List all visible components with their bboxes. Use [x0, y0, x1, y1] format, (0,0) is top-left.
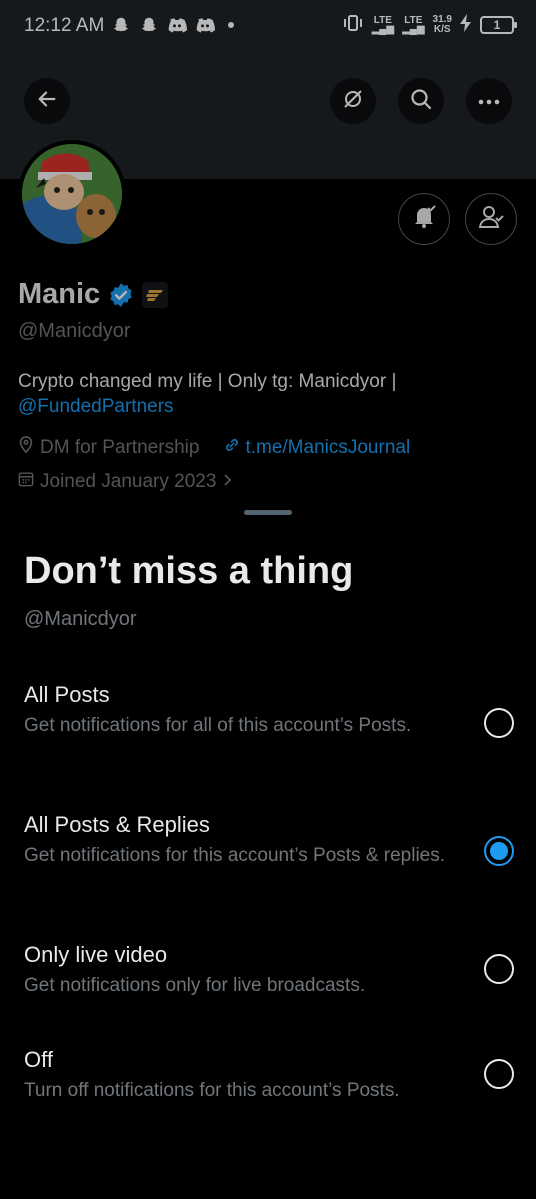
status-time: 12:12 AM: [24, 15, 105, 36]
avatar-image: [22, 144, 122, 244]
grok-button[interactable]: [330, 78, 376, 124]
person-check-icon: [477, 203, 505, 236]
sheet-handle: @Manicdyor: [24, 608, 137, 630]
profile-name-row: Manic: [18, 278, 169, 311]
option-title: All Posts & Replies: [24, 812, 210, 837]
more-button[interactable]: [466, 78, 512, 124]
profile-website-link[interactable]: t.me/ManicsJournal: [223, 436, 410, 460]
location-icon: [18, 436, 34, 460]
search-button[interactable]: [398, 78, 444, 124]
profile-joined: Joined January 2023: [40, 471, 217, 492]
discord-icon: [194, 14, 216, 36]
profile-name: Manic: [18, 278, 101, 310]
bio-text: Crypto changed my life | Only tg: Manicd…: [18, 371, 397, 392]
calendar-icon: [18, 471, 34, 493]
verified-badge-icon[interactable]: [108, 282, 134, 308]
radio-button[interactable]: [484, 708, 514, 738]
profile-location: DM for Partnership: [40, 437, 200, 458]
bio-mention-link[interactable]: @FundedPartners: [18, 396, 174, 417]
snapchat-icon: [138, 14, 160, 36]
charging-icon: [460, 14, 472, 35]
sheet-title: Don’t miss a thing: [24, 550, 354, 592]
website-text: t.me/ManicsJournal: [245, 437, 411, 458]
profile-handle: @Manicdyor: [18, 320, 131, 342]
option-all-posts-replies[interactable]: All Posts & Replies Get notifications fo…: [24, 812, 514, 892]
affiliate-badge-icon[interactable]: [142, 281, 169, 308]
battery-indicator: 1: [480, 15, 517, 34]
option-description: Get notifications for all of this accoun…: [24, 715, 412, 736]
status-bar: 12:12 AM LTE ▂▄▆ LTE ▂▄▆ 31.9 K/S 1: [0, 0, 536, 52]
snapchat-icon: [110, 14, 132, 36]
link-icon: [223, 436, 241, 460]
chevron-right-icon: [222, 471, 234, 493]
radio-button-selected[interactable]: [484, 836, 514, 866]
sheet-drag-handle[interactable]: [244, 510, 292, 515]
signal-1: LTE ▂▄▆: [371, 14, 395, 35]
notifications-button[interactable]: [398, 193, 450, 245]
profile-joined-row[interactable]: Joined January 2023: [18, 471, 234, 493]
signal-2: LTE ▂▄▆: [402, 14, 425, 35]
option-title: Off: [24, 1047, 53, 1072]
bell-check-icon: [410, 203, 438, 236]
option-description: Get notifications only for live broadcas…: [24, 975, 366, 996]
option-all-posts[interactable]: All Posts Get notifications for all of t…: [24, 682, 514, 762]
option-off[interactable]: Off Turn off notifications for this acco…: [24, 1047, 514, 1103]
notification-icons: [110, 14, 234, 36]
vibrate-icon: [342, 14, 364, 35]
grok-icon: [341, 87, 365, 116]
search-icon: [409, 87, 433, 116]
more-notifications-dot: [228, 22, 234, 28]
back-button[interactable]: [24, 78, 70, 124]
more-horizontal-icon: [478, 92, 500, 110]
notification-settings-sheet: Don’t miss a thing @Manicdyor All Posts …: [0, 500, 536, 1199]
option-title: Only live video: [24, 942, 168, 967]
option-title: All Posts: [24, 682, 110, 707]
system-indicators: LTE ▂▄▆ LTE ▂▄▆ 31.9 K/S 1: [342, 13, 517, 35]
option-description: Get notifications for this account’s Pos…: [24, 845, 446, 866]
option-live-video[interactable]: Only live video Get notifications only f…: [24, 942, 514, 998]
radio-button[interactable]: [484, 1059, 514, 1089]
following-button[interactable]: [465, 193, 517, 245]
radio-button[interactable]: [484, 954, 514, 984]
profile-bio: Crypto changed my life | Only tg: Manicd…: [18, 369, 518, 419]
arrow-left-icon: [36, 88, 58, 115]
network-speed: 31.9 K/S: [432, 13, 452, 35]
profile-meta-row: DM for Partnership t.me/ManicsJournal: [18, 436, 410, 460]
discord-icon: [166, 14, 188, 36]
option-description: Turn off notifications for this account’…: [24, 1080, 400, 1101]
avatar[interactable]: [18, 140, 126, 248]
